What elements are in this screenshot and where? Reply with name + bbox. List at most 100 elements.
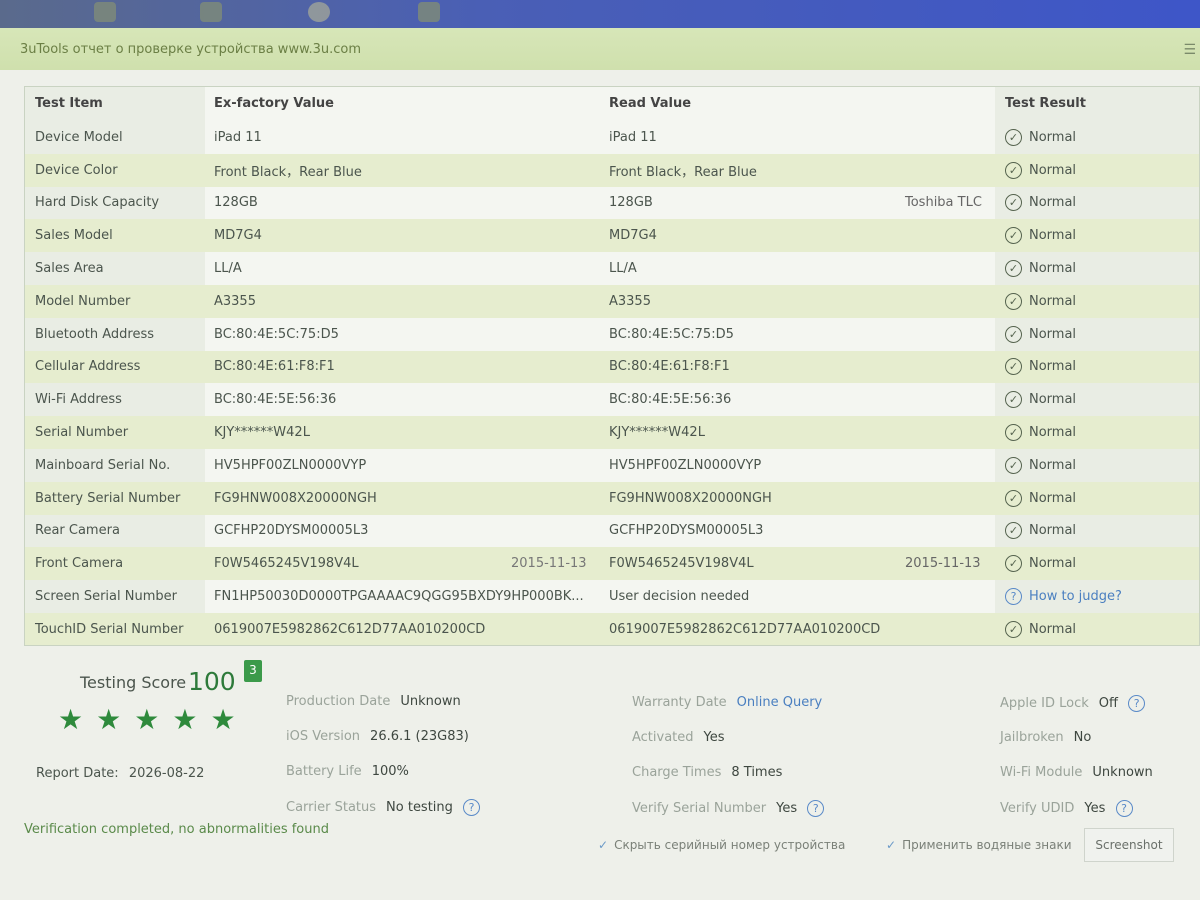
read-value: BC:80:4E:5C:75:D5: [609, 326, 734, 342]
table-row: Device Model iPad 11 iPad 11 ✓ Normal: [25, 121, 1199, 154]
ex-factory-value: iPad 11: [214, 129, 262, 145]
read-value: FG9HNW008X20000NGH: [609, 490, 772, 506]
checkmark-icon[interactable]: ✓: [886, 838, 896, 852]
read-value: A3355: [609, 293, 651, 309]
ex-factory-value: FG9HNW008X20000NGH: [214, 490, 377, 506]
read-value: GCFHP20DYSM00005L3: [609, 523, 764, 539]
carrier-status: Carrier Status No testing ?: [286, 799, 481, 816]
test-result: ✓ Normal: [1005, 358, 1076, 376]
table-header: Test Item Ex-factory Value Read Value Te…: [25, 87, 1199, 119]
test-item: Cellular Address: [35, 359, 141, 375]
score-value: 100: [188, 667, 236, 696]
test-item: Rear Camera: [35, 523, 120, 539]
test-item: TouchID Serial Number: [35, 621, 184, 637]
result-label: Normal: [1029, 162, 1077, 178]
read-value: KJY******W42L: [609, 425, 705, 441]
result-label: Normal: [1029, 425, 1077, 441]
test-item: Model Number: [35, 293, 131, 309]
table-row: TouchID Serial Number 0619007E5982862C612…: [25, 613, 1199, 645]
result-label: Normal: [1029, 523, 1077, 539]
check-circle-icon: ✓: [1005, 391, 1022, 409]
checkmark-icon[interactable]: ✓: [598, 838, 608, 852]
ex-factory-value: FN1HP50030D0000TPGAAAAC9QGG95BXDY9HP000B…: [214, 589, 584, 605]
header-ex-factory: Ex-factory Value: [214, 95, 335, 111]
online-query-link[interactable]: Online Query: [737, 695, 823, 710]
read-value: F0W5465245V198V4L: [609, 556, 754, 572]
star-icon: ★: [58, 703, 84, 736]
table-row: Rear Camera GCFHP20DYSM00005L3 GCFHP20DYSM…: [25, 515, 1199, 548]
ex-factory-value: KJY******W42L: [214, 425, 310, 441]
test-item: Sales Area: [35, 261, 104, 277]
how-to-judge-link[interactable]: How to judge?: [1029, 589, 1122, 604]
verify-udid: Verify UDID Yes ?: [1000, 800, 1133, 817]
test-item: Serial Number: [35, 425, 129, 441]
verification-status: Verification completed, no abnormalities…: [24, 822, 329, 837]
test-result: ✓ Normal: [1005, 489, 1076, 507]
read-value: User decision needed: [609, 589, 750, 605]
result-label: Normal: [1029, 556, 1077, 572]
test-result: ✓ Normal: [1005, 522, 1077, 540]
table-row: Model Number A3355 A3355 ✓ Normal: [25, 285, 1199, 318]
read-value: HV5HPF00ZLN0000VYP: [609, 457, 762, 473]
screenshot-button[interactable]: Screenshot: [1084, 828, 1174, 862]
taskbar: [0, 0, 1200, 28]
ex-factory-value: Front Black，Rear Blue: [214, 164, 362, 180]
star-icon: ★: [96, 703, 122, 736]
apply-watermark-label: Применить водяные знаки: [902, 838, 1072, 852]
summary-panel: Testing Score 100 3 ★ ★ ★ ★ ★ Report Date: 2…: [0, 658, 1200, 900]
star-icon: ★: [134, 703, 160, 736]
test-result: ✓ Normal: [1005, 161, 1077, 179]
check-circle-icon: ✓: [1005, 489, 1022, 507]
report-date-value: 2026-08-22: [128, 766, 205, 781]
ex-factory-value: 0619007E5982862C612D77AA010200CD: [214, 621, 486, 637]
3u-badge-icon: 3: [244, 660, 262, 682]
table-row: Cellular Address BC:80:4E:61:F8:F1 BC:80:4…: [25, 350, 1199, 384]
taskbar-app-icon[interactable]: [94, 2, 116, 22]
check-circle-icon: ✓: [1005, 260, 1022, 278]
result-label: Normal: [1029, 228, 1077, 244]
ex-factory-value: 128GB: [214, 195, 258, 211]
help-icon[interactable]: ?: [463, 799, 481, 816]
result-label: Normal: [1029, 293, 1077, 309]
test-result: ✓ Normal: [1005, 620, 1076, 638]
table-row: Wi-Fi Address BC:80:4E:5E:56:36 BC:80:4E:5…: [25, 383, 1199, 416]
read-value: BC:80:4E:61:F8:F1: [609, 359, 730, 375]
help-icon[interactable]: ?: [1128, 695, 1146, 712]
test-item: Mainboard Serial No.: [35, 457, 171, 473]
report-date: Report Date: 2026-08-22: [36, 766, 204, 781]
taskbar-app-icon[interactable]: [200, 2, 222, 22]
help-icon[interactable]: ?: [1115, 800, 1133, 817]
table-row: Bluetooth Address BC:80:4E:5C:75:D5 BC:80:…: [25, 318, 1199, 351]
apply-watermark-option[interactable]: ✓ Применить водяные знаки: [886, 838, 1072, 852]
test-item: Wi-Fi Address: [35, 392, 122, 408]
menu-icon[interactable]: ☰: [1183, 42, 1196, 58]
result-label: Normal: [1029, 457, 1077, 473]
check-circle-icon: ✓: [1005, 194, 1022, 212]
test-result[interactable]: ? How to judge?: [1005, 588, 1122, 606]
ex-factory-value: A3355: [214, 293, 256, 309]
read-value: LL/A: [609, 261, 637, 277]
star-icon: ★: [210, 703, 236, 736]
production-date: Production Date Unknown: [286, 694, 461, 709]
check-circle-icon: ✓: [1005, 555, 1022, 573]
ex-factory-value: BC:80:4E:5C:75:D5: [214, 326, 339, 342]
read-value: 128GB: [609, 195, 653, 211]
test-result: ✓ Normal: [1005, 128, 1076, 146]
hide-serial-option[interactable]: ✓ Скрыть серийный номер устройства: [598, 838, 845, 852]
test-item: Front Camera: [35, 556, 124, 572]
question-icon[interactable]: ?: [1005, 588, 1022, 606]
jailbroken: Jailbroken No: [1000, 730, 1092, 745]
table-row: Sales Model MD7G4 MD7G4 ✓ Normal: [25, 219, 1199, 253]
test-item: Hard Disk Capacity: [35, 195, 160, 211]
result-label: Normal: [1029, 392, 1077, 408]
help-icon[interactable]: ?: [807, 800, 825, 817]
taskbar-app-icon[interactable]: [418, 2, 440, 22]
report-window: 3uTools отчет о проверке устройства www.…: [0, 28, 1200, 900]
activated: Activated Yes: [632, 730, 725, 745]
taskbar-app-icon[interactable]: [308, 2, 330, 22]
table-row: Device Color Front Black，Rear Blue Front B…: [25, 153, 1199, 187]
header-test-item: Test Item: [35, 95, 103, 111]
ex-factory-date: 2015-11-13: [511, 556, 587, 572]
check-circle-icon: ✓: [1005, 128, 1022, 146]
ios-version: iOS Version 26.6.1 (23G83): [286, 729, 469, 744]
